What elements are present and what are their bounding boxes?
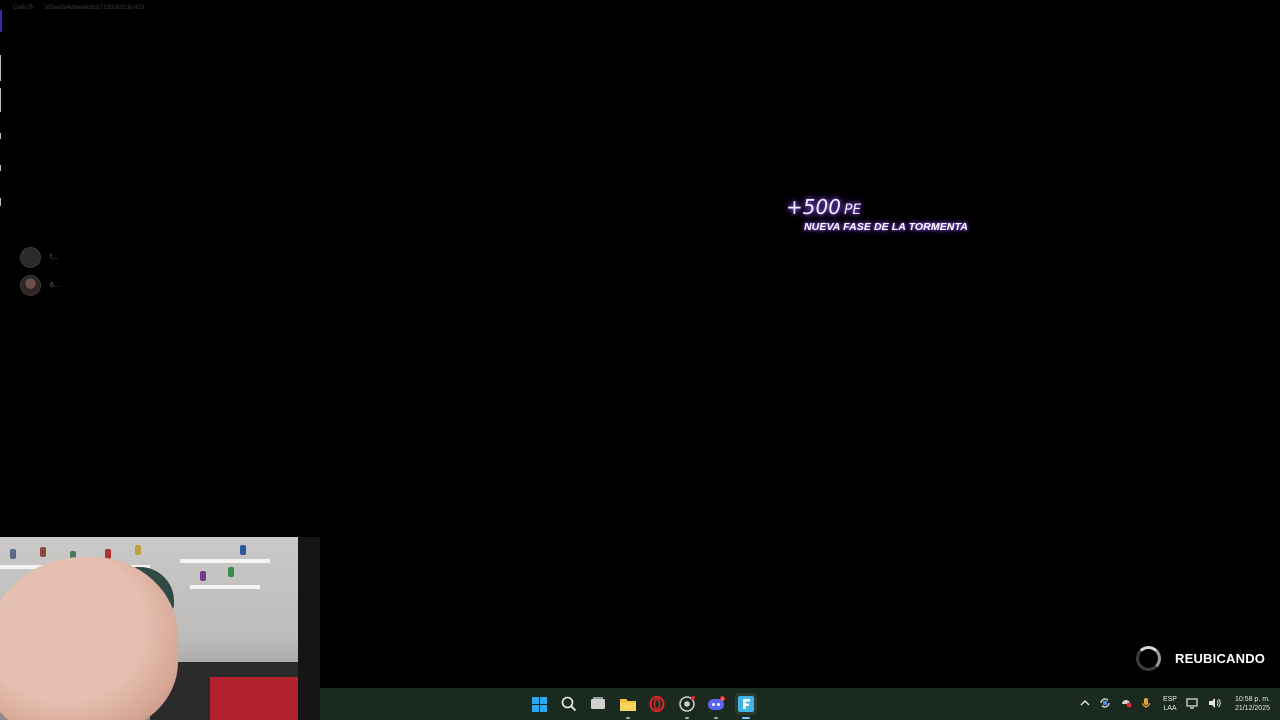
system-tray: ESP LAA 10:58 p. m. 21/12/2025	[1071, 688, 1270, 720]
webcam-overlay	[0, 537, 320, 720]
xp-plus-sign: +	[786, 195, 803, 219]
language-primary: ESP	[1162, 696, 1177, 703]
taskbar-pinned-apps: 9	[528, 688, 764, 720]
xp-reason: NUEVA FASE DE LA TORMENTA	[804, 221, 968, 233]
user-tag: Ga6o7k	[13, 5, 35, 11]
avatar	[20, 274, 41, 296]
xp-amount: +500 PE	[786, 196, 968, 221]
antivirus-icon[interactable]	[1120, 697, 1132, 712]
sync-icon[interactable]	[1099, 697, 1111, 712]
language-secondary: LAA	[1163, 705, 1177, 712]
session-hash: 3d5ea8a4d6eedcbcb718b5fc816c453	[43, 5, 145, 11]
edge-ticks	[0, 0, 2, 210]
network-icon[interactable]	[1186, 697, 1199, 712]
task-view-icon[interactable]	[587, 693, 609, 715]
windows-taskbar: 9 ESP LAA 10:58 p. m. 21/12/2025	[320, 688, 1280, 720]
xp-value: 500	[802, 195, 841, 219]
session-id-overlay: Ga6o7k 3d5ea8a4d6eedcbcb718b5fc816c453	[13, 5, 144, 11]
chevron-up-icon[interactable]	[1080, 699, 1090, 710]
opera-gx-icon[interactable]	[646, 693, 668, 715]
windows-start-icon[interactable]	[528, 693, 550, 715]
squad-member-name: f...	[50, 253, 58, 261]
fortnite-icon[interactable]	[734, 693, 757, 719]
squad-member: 6...	[20, 274, 80, 296]
chrome-icon[interactable]	[676, 693, 698, 719]
loading-spinner-icon	[1136, 646, 1161, 671]
volume-icon[interactable]	[1208, 697, 1221, 712]
avatar	[20, 246, 41, 268]
squad-member-name: 6...	[50, 281, 60, 289]
clock-time: 10:58 p. m.	[1234, 696, 1270, 703]
relocating-label: REUBICANDO	[1175, 651, 1266, 666]
discord-icon[interactable]: 9	[705, 693, 727, 719]
file-explorer-icon[interactable]	[617, 693, 639, 719]
clock-date: 21/12/2025	[1234, 705, 1270, 712]
relocating-indicator: REUBICANDO	[1136, 646, 1265, 671]
clock[interactable]: 10:58 p. m. 21/12/2025	[1235, 695, 1270, 713]
search-icon[interactable]	[558, 693, 580, 715]
xp-notification: +500 PE NUEVA FASE DE LA TORMENTA	[786, 196, 968, 233]
xp-unit: PE	[843, 202, 862, 218]
microphone-icon[interactable]	[1141, 697, 1151, 712]
language-indicator[interactable]: ESP LAA	[1163, 695, 1177, 713]
squad-member: f...	[20, 246, 80, 268]
squad-list: f... 6...	[20, 246, 80, 303]
